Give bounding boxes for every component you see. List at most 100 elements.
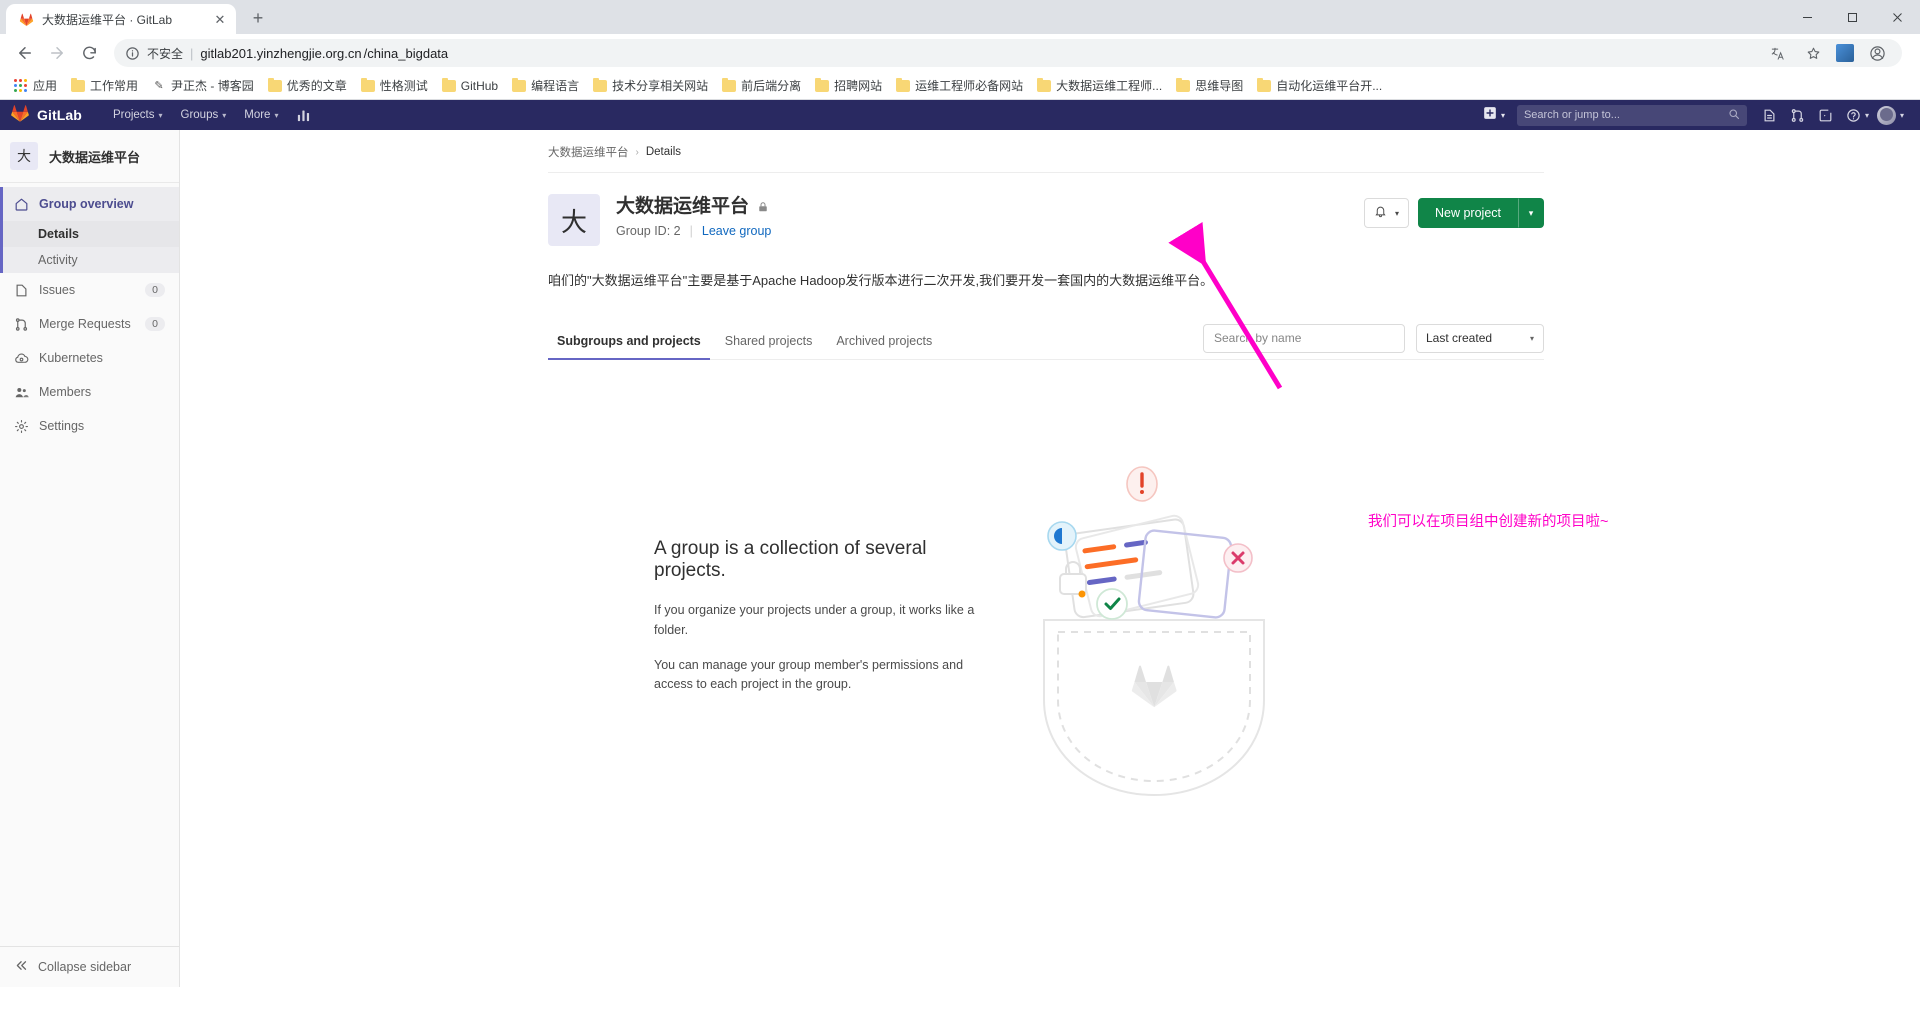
sidebar-item-group-overview[interactable]: Group overview — [0, 187, 179, 221]
new-tab-button[interactable]: + — [244, 4, 272, 32]
url-host: gitlab201.yinzhengjie.org.cn — [200, 45, 362, 61]
close-window-icon[interactable] — [1875, 0, 1920, 34]
sidebar-item-details[interactable]: Details — [0, 221, 179, 247]
folder-icon — [722, 77, 737, 92]
plus-square-icon — [1483, 106, 1497, 125]
sidebar-item-issues[interactable]: Issues 0 — [0, 273, 179, 307]
bookmark-item[interactable]: 自动化运维平台开... — [1251, 74, 1388, 97]
sidebar-section-group-overview: Group overview Details Activity — [0, 187, 179, 273]
star-icon[interactable] — [1800, 40, 1826, 66]
members-icon — [13, 384, 29, 400]
bookmark-label: GitHub — [460, 78, 499, 93]
profile-icon[interactable] — [1864, 40, 1890, 66]
nav-more[interactable]: More ▾ — [235, 105, 287, 125]
breadcrumb-group-link[interactable]: 大数据运维平台 — [548, 144, 629, 160]
bookmark-item[interactable]: GitHub — [436, 76, 504, 96]
bookmark-item[interactable]: 运维工程师必备网站 — [890, 74, 1029, 97]
search-by-name-placeholder: Search by name — [1214, 331, 1302, 345]
chevron-down-icon[interactable]: ▾ — [1865, 111, 1869, 120]
browser-tab[interactable]: 大数据运维平台 · GitLab ✕ — [6, 4, 236, 34]
help-icon[interactable] — [1841, 102, 1867, 128]
bookmark-label: 技术分享相关网站 — [612, 79, 709, 93]
leave-group-link[interactable]: Leave group — [702, 224, 772, 238]
forward-icon[interactable] — [42, 38, 72, 68]
user-menu[interactable]: ▾ — [1871, 105, 1910, 125]
meta-divider: | — [689, 223, 693, 238]
merge-requests-icon[interactable] — [1785, 102, 1811, 128]
group-avatar: 大 — [10, 142, 38, 170]
security-label: 不安全 — [147, 46, 184, 61]
analytics-icon[interactable] — [287, 104, 320, 127]
bookmark-item[interactable]: 性格测试 — [355, 74, 434, 97]
bookmark-item[interactable]: 招聘网站 — [809, 74, 888, 97]
new-project-button[interactable]: New project — [1418, 198, 1518, 228]
notification-button[interactable]: ▾ — [1363, 198, 1409, 228]
reload-icon[interactable] — [74, 38, 104, 68]
breadcrumb: 大数据运维平台 › Details — [548, 144, 1544, 173]
issues-icon[interactable] — [1757, 102, 1783, 128]
close-icon[interactable]: ✕ — [212, 11, 228, 27]
bookmark-item[interactable]: 大数据运维工程师... — [1031, 74, 1168, 97]
bookmark-item[interactable]: 编程语言 — [506, 74, 585, 97]
info-icon[interactable] — [124, 45, 140, 61]
issues-icon — [13, 282, 29, 298]
back-icon[interactable] — [10, 38, 40, 68]
search-by-name-input[interactable]: Search by name — [1203, 323, 1405, 353]
gitlab-logo-icon — [10, 103, 30, 128]
gitlab-logo-link[interactable]: GitLab — [10, 103, 82, 128]
bookmark-item[interactable]: 前后端分离 — [716, 74, 807, 97]
nav-groups[interactable]: Groups ▾ — [172, 105, 236, 125]
tab-archived-projects[interactable]: Archived projects — [827, 326, 941, 359]
sidebar-item-settings[interactable]: Settings — [0, 409, 179, 443]
sort-value-label: Last created — [1426, 331, 1493, 345]
search-input[interactable]: Search or jump to... — [1516, 104, 1747, 126]
todos-icon[interactable] — [1813, 102, 1839, 128]
bookmark-label: 前后端分离 — [741, 79, 802, 93]
chevron-down-icon: ▾ — [1500, 110, 1505, 120]
tab-subgroups-and-projects[interactable]: Subgroups and projects — [548, 326, 710, 360]
folder-icon — [512, 77, 527, 92]
maximize-icon[interactable] — [1830, 0, 1875, 34]
lock-icon — [757, 201, 769, 213]
chevron-down-icon: ▾ — [1394, 208, 1399, 218]
annotation-text: 我们可以在项目组中创建新的项目啦~ — [1368, 514, 1609, 530]
bookmark-label: 招聘网站 — [834, 79, 883, 93]
site-favicon: ✎ — [154, 80, 164, 92]
status-badge: 0 — [145, 317, 165, 331]
extension-icon[interactable] — [1836, 44, 1854, 62]
group-avatar: 大 — [548, 194, 600, 246]
sidebar-item-label: Members — [39, 385, 92, 399]
bookmark-item[interactable]: 思维导图 — [1170, 74, 1249, 97]
apps-button[interactable]: 应用 — [8, 74, 63, 97]
bookmark-item[interactable]: ✎ 尹正杰 - 博客园 — [146, 74, 260, 97]
bookmark-item[interactable]: 技术分享相关网站 — [587, 74, 714, 97]
sort-dropdown[interactable]: Last created ▾ — [1416, 323, 1544, 353]
new-project-dropdown-icon[interactable]: ▾ — [1518, 198, 1544, 228]
sidebar-item-members[interactable]: Members — [0, 375, 179, 409]
merge-request-icon — [13, 316, 29, 332]
folder-icon — [267, 77, 282, 92]
tab-shared-projects[interactable]: Shared projects — [716, 326, 822, 359]
bookmark-label: 编程语言 — [531, 79, 580, 93]
collapse-sidebar-button[interactable]: Collapse sidebar — [0, 946, 179, 987]
bookmark-item[interactable]: 优秀的文章 — [262, 74, 353, 97]
sidebar-item-label: Merge Requests — [39, 317, 131, 331]
nav-projects[interactable]: Projects ▾ — [104, 105, 172, 125]
minimize-icon[interactable] — [1785, 0, 1830, 34]
sidebar-group-header[interactable]: 大 大数据运维平台 — [0, 130, 179, 183]
avatar — [1876, 105, 1896, 125]
sidebar-item-merge-requests[interactable]: Merge Requests 0 — [0, 307, 179, 341]
sidebar-item-kubernetes[interactable]: Kubernetes — [0, 341, 179, 375]
address-bar[interactable]: 不安全 | gitlab201.yinzhengjie.org.cn /chin… — [114, 39, 1902, 67]
tab-controls: Search by name Last created ▾ — [1203, 323, 1544, 359]
bookmark-item[interactable]: 工作常用 — [65, 74, 144, 97]
sidebar-group-name: 大数据运维平台 — [49, 149, 141, 165]
folder-icon — [71, 77, 86, 92]
window-controls — [1785, 0, 1920, 34]
sidebar-item-activity[interactable]: Activity — [0, 247, 179, 273]
search-icon — [1728, 108, 1740, 123]
translate-icon[interactable] — [1764, 40, 1790, 66]
status-badge: 0 — [145, 283, 165, 297]
new-item-button[interactable]: ▾ — [1477, 103, 1511, 128]
gitlab-brand-label: GitLab — [37, 107, 82, 123]
